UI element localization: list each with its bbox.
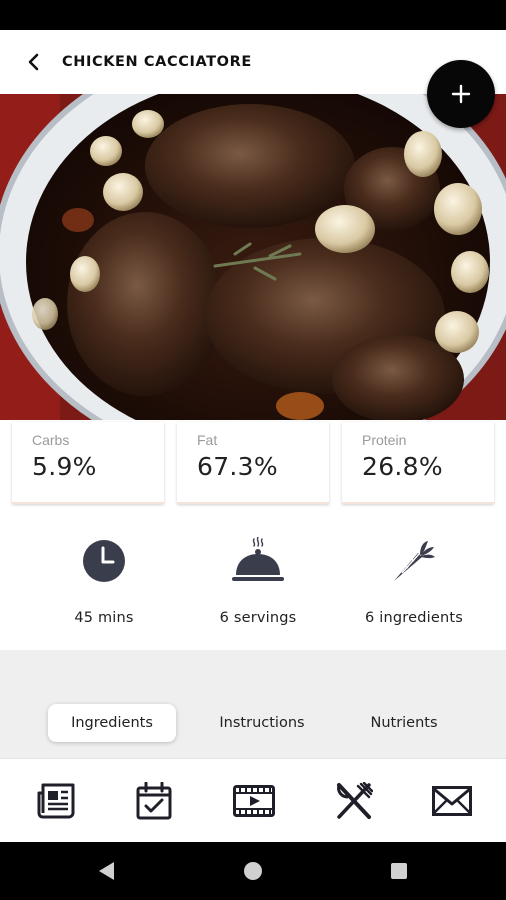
stat-ingredients: 6 ingredients (334, 516, 494, 650)
nav-meal-plan[interactable] (132, 779, 176, 823)
stat-label: 6 ingredients (364, 610, 463, 626)
system-nav-bar (0, 842, 506, 900)
stat-time: 45 mins (24, 516, 184, 650)
page-title: CHICKEN CACCIATORE (62, 54, 252, 70)
tab-bar: Ingredients Instructions Nutrients (0, 650, 506, 758)
stat-label: 6 servings (219, 610, 297, 626)
recipe-stats: 45 mins 6 servings 6 ingredients (0, 516, 506, 650)
add-button[interactable] (427, 60, 495, 128)
nav-videos[interactable] (232, 779, 276, 823)
nav-news[interactable] (34, 779, 78, 823)
macro-label: Fat (197, 432, 218, 448)
macro-label: Protein (362, 432, 407, 448)
fork-knife-icon (337, 782, 373, 819)
macro-card-protein: Protein 26.8% (342, 422, 494, 504)
serving-cloche-icon (232, 537, 284, 581)
back-arrow-icon (28, 53, 39, 71)
carrot-icon (394, 541, 435, 581)
back-button[interactable] (14, 42, 54, 82)
plus-icon (451, 84, 471, 104)
system-recents-button[interactable] (387, 859, 411, 883)
nav-messages[interactable] (430, 779, 474, 823)
macro-card-carbs: Carbs 5.9% (12, 422, 164, 504)
status-bar (0, 0, 506, 30)
stat-servings: 6 servings (178, 516, 338, 650)
square-recents-icon (391, 863, 407, 879)
bottom-nav (0, 758, 506, 842)
tab-ingredients[interactable]: Ingredients (48, 704, 176, 742)
system-back-button[interactable] (94, 859, 118, 883)
macro-summary: Carbs 5.9% Fat 67.3% Protein 26.8% (0, 420, 506, 516)
tab-nutrients[interactable]: Nutrients (352, 704, 456, 742)
macro-value: 5.9% (32, 452, 97, 481)
stat-label: 45 mins (74, 610, 134, 626)
newspaper-icon (37, 783, 75, 819)
system-home-button[interactable] (241, 859, 265, 883)
macro-value: 67.3% (197, 452, 278, 481)
calendar-check-icon (136, 782, 172, 820)
circle-home-icon (244, 862, 262, 880)
nav-recipes[interactable] (332, 779, 376, 823)
film-icon (233, 785, 275, 817)
clock-icon (83, 540, 125, 582)
envelope-icon (432, 786, 472, 816)
tab-instructions[interactable]: Instructions (200, 704, 324, 742)
triangle-back-icon (99, 862, 114, 880)
macro-card-fat: Fat 67.3% (177, 422, 329, 504)
macro-value: 26.8% (362, 452, 443, 481)
macro-label: Carbs (32, 432, 70, 448)
recipe-photo (0, 94, 506, 432)
